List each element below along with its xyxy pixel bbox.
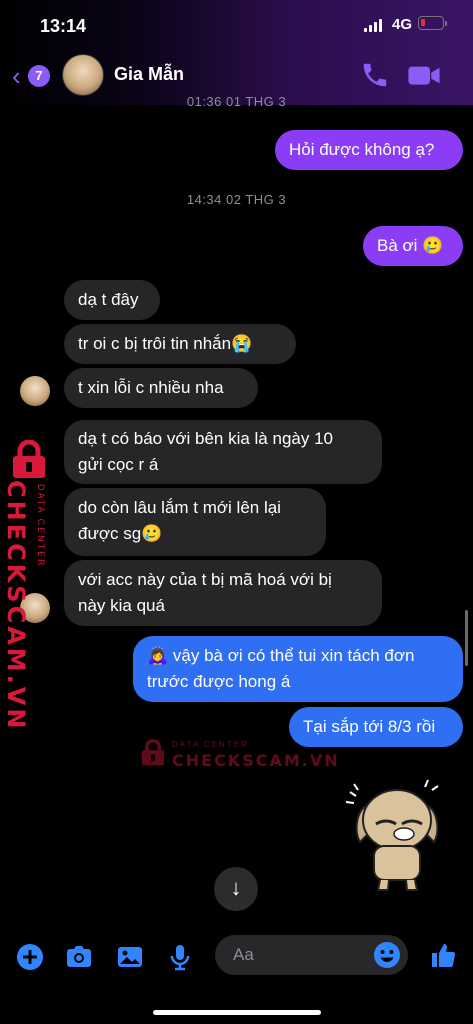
video-call-button[interactable] xyxy=(406,60,442,90)
unread-badge: 7 xyxy=(28,65,50,87)
contact-name[interactable]: Gia Mẫn xyxy=(114,64,184,85)
audio-call-button[interactable] xyxy=(360,60,390,90)
scrollbar[interactable] xyxy=(465,610,468,666)
incoming-message[interactable]: với acc này của t bị mã hoá với bị này k… xyxy=(64,560,382,626)
gallery-icon[interactable] xyxy=(115,942,145,972)
clock: 13:14 xyxy=(40,16,87,36)
watermark-tag: DATA CENTER xyxy=(36,484,46,568)
incoming-message[interactable]: do còn lâu lắm t mới lên lại được sg🥲 xyxy=(64,488,326,556)
watermark-vertical: CHECKSCAM.VN DATA CENTER xyxy=(2,440,54,731)
outgoing-message[interactable]: Bà ơi 🥲 xyxy=(363,226,463,266)
watermark-horizontal: DATA CENTER CHECKSCAM.VN xyxy=(140,736,338,776)
back-button[interactable]: ‹ 7 xyxy=(12,62,52,90)
message-line: với acc này của t bị mã hoá với bị xyxy=(78,570,332,589)
message-line: 🙇‍♀️ vậy bà ơi có thể tui xin tách đơn xyxy=(147,646,415,665)
message-line: gửi cọc r á xyxy=(78,455,159,474)
watermark-tag: DATA CENTER xyxy=(172,740,249,749)
chevron-left-icon: ‹ xyxy=(12,61,21,91)
home-indicator xyxy=(153,1010,321,1015)
incoming-message[interactable]: dạ t có báo với bên kia là ngày 10 gửi c… xyxy=(64,420,382,484)
microphone-icon[interactable] xyxy=(165,942,195,972)
plus-icon[interactable] xyxy=(15,942,45,972)
lock-icon xyxy=(13,440,45,478)
watermark-brand: CHECKSCAM.VN xyxy=(172,751,340,770)
sender-avatar[interactable] xyxy=(20,376,50,406)
message-line: dạ t có báo với bên kia là ngày 10 xyxy=(78,429,333,448)
crying-dog-sticker[interactable] xyxy=(340,772,450,894)
message-line: được sg🥲 xyxy=(78,524,163,543)
thumbs-up-icon[interactable] xyxy=(428,940,458,970)
arrow-down-icon: ↓ xyxy=(230,875,242,900)
message-input-placeholder: Aa xyxy=(233,945,254,964)
lock-icon xyxy=(142,738,164,766)
video-camera-icon xyxy=(408,66,440,85)
message-line: này kia quá xyxy=(78,596,165,615)
phone-icon xyxy=(363,63,387,87)
signal-icon xyxy=(364,18,384,32)
message-line: do còn lâu lắm t mới lên lại xyxy=(78,498,281,517)
watermark-brand: CHECKSCAM.VN xyxy=(2,480,30,732)
message-line: trước được hong á xyxy=(147,672,291,691)
scroll-to-bottom-button[interactable]: ↓ xyxy=(214,867,258,911)
camera-icon[interactable] xyxy=(64,942,94,972)
incoming-message[interactable]: tr oi c bị trôi tin nhắn😭 xyxy=(64,324,296,364)
incoming-message[interactable]: dạ t đây xyxy=(64,280,160,320)
emoji-icon[interactable] xyxy=(372,940,402,970)
timestamp: 14:34 02 THG 3 xyxy=(186,192,287,207)
network-label: 4G xyxy=(392,16,413,33)
outgoing-message[interactable]: Hỏi được không ạ? xyxy=(275,130,463,170)
battery-icon xyxy=(418,16,447,30)
status-bar: 13:14 4G xyxy=(0,0,473,50)
timestamp: 01:36 01 THG 3 xyxy=(186,94,287,109)
composer-bar: Aa xyxy=(0,930,473,986)
outgoing-message[interactable]: 🙇‍♀️ vậy bà ơi có thể tui xin tách đơn t… xyxy=(133,636,463,702)
incoming-message[interactable]: t xin lỗi c nhiều nha xyxy=(64,368,258,408)
